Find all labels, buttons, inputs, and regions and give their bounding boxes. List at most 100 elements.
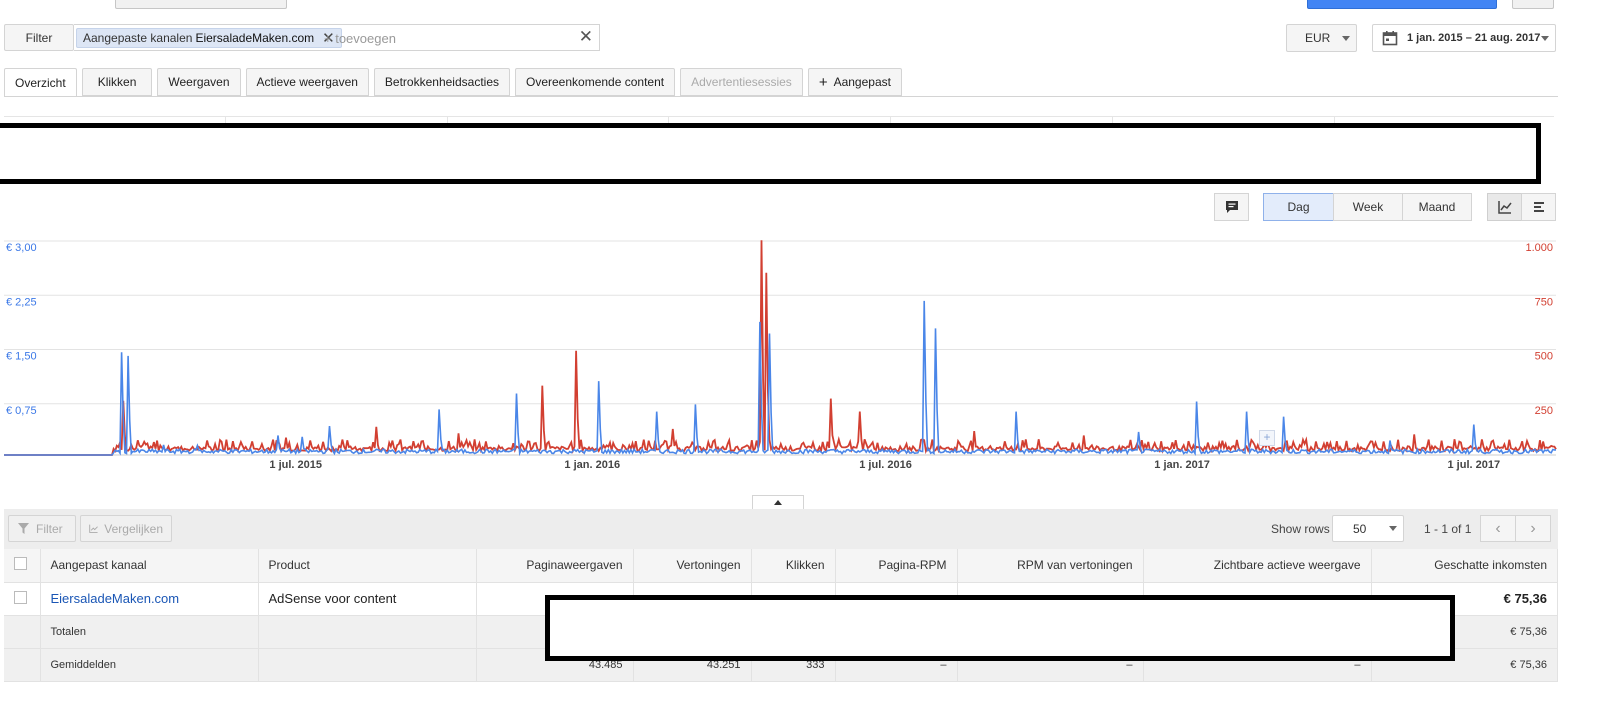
tab-label: Klikken bbox=[97, 75, 137, 89]
channel-cell: EiersaladeMaken.com bbox=[40, 582, 259, 616]
col-clicks[interactable]: Klikken bbox=[751, 549, 836, 583]
plus-icon: + bbox=[818, 73, 828, 91]
granularity-label: Maand bbox=[1418, 200, 1456, 214]
granularity-label: Dag bbox=[1287, 200, 1310, 214]
y-left-tick-label: € 2,25 bbox=[6, 296, 37, 308]
x-tick-label: 1 jul. 2016 bbox=[859, 459, 912, 471]
currency-select[interactable]: EUR bbox=[1286, 24, 1357, 52]
trend-icon bbox=[89, 524, 98, 533]
y-left-tick-label: € 0,75 bbox=[6, 405, 37, 417]
tab-label: Aangepast bbox=[833, 75, 891, 89]
chevron-down-icon bbox=[1541, 35, 1549, 41]
tab-label: Actieve weergaven bbox=[256, 75, 358, 89]
col-channel[interactable]: Aangepast kanaal bbox=[40, 549, 259, 583]
tab-klikken[interactable]: Klikken bbox=[81, 68, 153, 96]
tab-advertentiesessies: Advertentiesessies bbox=[680, 68, 803, 96]
granularity-month-button[interactable]: Maand bbox=[1402, 193, 1472, 221]
add-filter-input[interactable]: + toevoegen bbox=[324, 31, 396, 46]
next-page-button[interactable]: › bbox=[1515, 515, 1551, 542]
col-impressions[interactable]: Vertoningen bbox=[633, 549, 752, 583]
select-all-checkbox[interactable] bbox=[14, 557, 27, 571]
filter-button-label: Filter bbox=[25, 30, 53, 45]
collapse-chart-button[interactable] bbox=[752, 495, 804, 509]
tab-weergaven[interactable]: Weergaven bbox=[157, 68, 241, 96]
top-primary-button[interactable] bbox=[1307, 0, 1497, 9]
y-right-tick-label: 750 bbox=[1535, 296, 1553, 308]
tab-overzicht[interactable]: Overzicht bbox=[4, 68, 77, 97]
performance-chart-svg: € 3,00€ 2,25€ 1,50€ 0,75 1.000750500250 … bbox=[4, 240, 1557, 471]
col-pageviews[interactable]: Paginaweergaven bbox=[476, 549, 634, 583]
scorecards-redaction bbox=[0, 123, 1541, 184]
tab-actieve-weergaven[interactable]: Actieve weergaven bbox=[245, 68, 369, 96]
row-checkbox[interactable] bbox=[14, 590, 27, 604]
granularity-week-button[interactable]: Week bbox=[1333, 193, 1403, 221]
x-tick-label: 1 jan. 2017 bbox=[1154, 459, 1210, 471]
x-tick-label: 1 jan. 2016 bbox=[564, 459, 620, 471]
compare-button: Vergelijken bbox=[80, 515, 172, 542]
tab-aangepast[interactable]: + Aangepast bbox=[807, 68, 902, 96]
product-cell: AdSense voor content bbox=[258, 582, 477, 616]
line-chart-icon bbox=[1497, 201, 1512, 214]
line-chart-view-button[interactable] bbox=[1487, 193, 1522, 221]
filter-chip-prefix: Aangepaste kanalen bbox=[83, 31, 193, 45]
filter-chip: Aangepaste kanalen EiersaladeMaken.com ✕ bbox=[76, 28, 342, 48]
select-all-cell bbox=[4, 549, 41, 583]
tab-label: Overzicht bbox=[15, 75, 66, 90]
y-left-tick-label: € 1,50 bbox=[6, 351, 37, 363]
col-income[interactable]: Geschatte inkomsten bbox=[1371, 549, 1558, 583]
table-toolbar: Filter Vergelijken Show rows 50 1 - 1 of… bbox=[4, 509, 1558, 549]
filter-chip-value: EiersaladeMaken.com bbox=[195, 31, 315, 45]
table-filter-label: Filter bbox=[36, 521, 63, 536]
bar-chart-view-button[interactable] bbox=[1521, 193, 1556, 221]
table-header-row: Aangepast kanaal Product Paginaweergaven… bbox=[4, 549, 1558, 583]
compare-label: Vergelijken bbox=[104, 521, 163, 536]
y-right-tick-label: 500 bbox=[1535, 351, 1553, 363]
pagination-info: 1 - 1 of 1 bbox=[1424, 522, 1472, 536]
filter-button[interactable]: Filter bbox=[4, 24, 74, 51]
show-rows-label: Show rows bbox=[1271, 522, 1330, 536]
granularity-label: Week bbox=[1352, 200, 1384, 214]
comment-icon bbox=[1225, 201, 1238, 213]
rows-per-page-select[interactable]: 50 bbox=[1332, 515, 1404, 542]
table-redaction bbox=[545, 595, 1455, 661]
annotation-button[interactable] bbox=[1214, 193, 1249, 221]
tab-label: Betrokkenheidsacties bbox=[384, 75, 499, 89]
row-select-cell bbox=[4, 582, 41, 616]
granularity-day-button[interactable]: Dag bbox=[1263, 193, 1334, 221]
x-tick-label: 1 jul. 2015 bbox=[269, 459, 322, 471]
empty-cell bbox=[258, 615, 477, 649]
series-line-red bbox=[4, 240, 1557, 456]
chevron-down-icon bbox=[1389, 526, 1397, 531]
funnel-icon bbox=[18, 523, 29, 534]
empty-cell bbox=[4, 615, 41, 649]
performance-chart[interactable]: € 3,00 € 2,25 € 1,50 € 0,75 1.000 750 500 250 … bbox=[0, 228, 1560, 478]
tab-label: Advertentiesessies bbox=[691, 75, 792, 89]
col-impression-rpm[interactable]: RPM van vertoningen bbox=[957, 549, 1144, 583]
col-product[interactable]: Product bbox=[258, 549, 477, 583]
y-right-tick-label: 1.000 bbox=[1525, 242, 1553, 254]
tab-betrokkenheidsacties[interactable]: Betrokkenheidsacties bbox=[373, 68, 510, 96]
add-annotation-icon[interactable]: + bbox=[1259, 430, 1275, 446]
tab-divider bbox=[4, 96, 1558, 97]
top-small-button[interactable] bbox=[1512, 0, 1554, 9]
bar-list-icon bbox=[1533, 202, 1544, 212]
y-left-tick-label: € 3,00 bbox=[6, 242, 37, 254]
col-viewable[interactable]: Zichtbare actieve weergave bbox=[1143, 549, 1372, 583]
chevron-right-icon: › bbox=[1530, 519, 1536, 537]
top-select[interactable] bbox=[115, 0, 287, 9]
calendar-icon bbox=[1382, 31, 1398, 46]
date-range-select[interactable]: 1 jan. 2015 – 21 aug. 2017 bbox=[1372, 24, 1556, 52]
chevron-down-icon bbox=[1342, 35, 1350, 41]
tab-label: Overeenkomende content bbox=[526, 75, 665, 89]
empty-cell bbox=[4, 648, 41, 682]
clear-filter-icon[interactable]: ✕ bbox=[579, 27, 593, 47]
report-tabs: Overzicht Klikken Weergaven Actieve weer… bbox=[4, 68, 907, 97]
channel-link[interactable]: EiersaladeMaken.com bbox=[51, 591, 180, 606]
prev-page-button[interactable]: ‹ bbox=[1480, 515, 1516, 542]
filter-input-box[interactable]: Aangepaste kanalen EiersaladeMaken.com ✕… bbox=[74, 24, 600, 51]
tab-overeenkomende-content[interactable]: Overeenkomende content bbox=[515, 68, 676, 96]
date-range-value: 1 jan. 2015 – 21 aug. 2017 bbox=[1407, 32, 1541, 44]
rows-per-page-value: 50 bbox=[1353, 521, 1367, 536]
col-page-rpm[interactable]: Pagina-RPM bbox=[835, 549, 958, 583]
x-tick-label: 1 jul. 2017 bbox=[1448, 459, 1501, 471]
